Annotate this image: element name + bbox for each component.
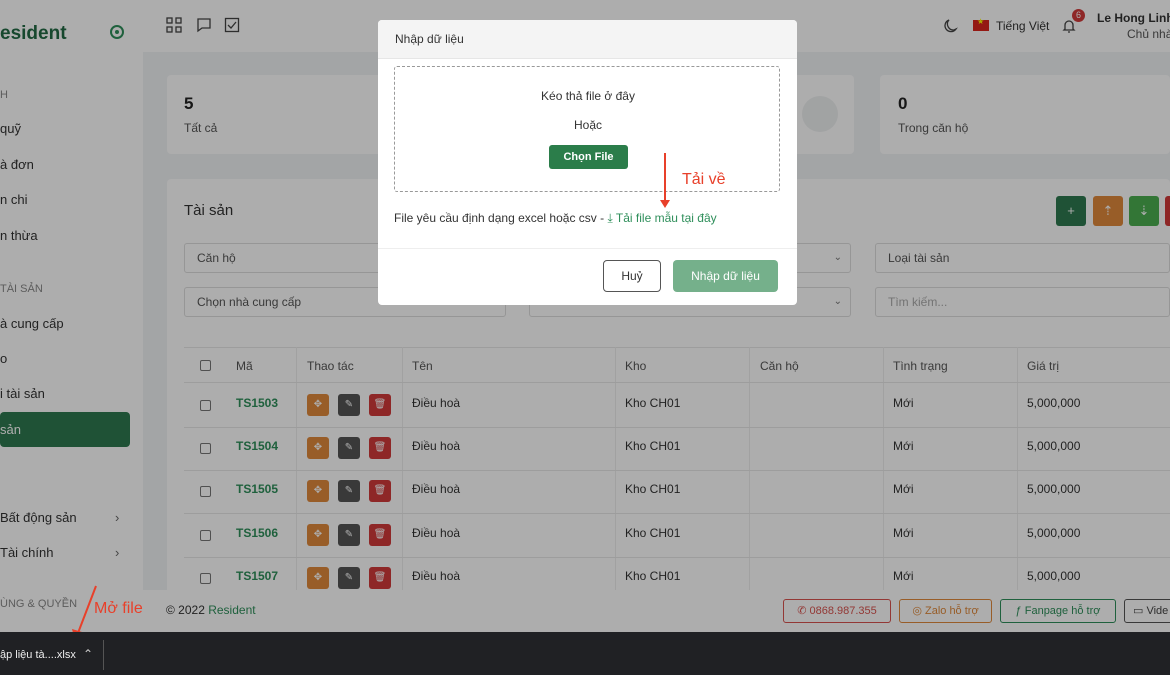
annotation-open-file: Mở file — [94, 600, 143, 617]
download-bar-divider — [103, 640, 104, 670]
download-bar — [0, 632, 1170, 675]
annotation-download: Tải về — [682, 171, 726, 188]
download-arrowhead — [660, 200, 670, 208]
chevron-up-icon[interactable]: ⌃ — [83, 647, 93, 661]
annotation-arrows — [72, 153, 670, 641]
downloaded-file[interactable]: ập liệu tà....xlsx — [0, 649, 76, 661]
